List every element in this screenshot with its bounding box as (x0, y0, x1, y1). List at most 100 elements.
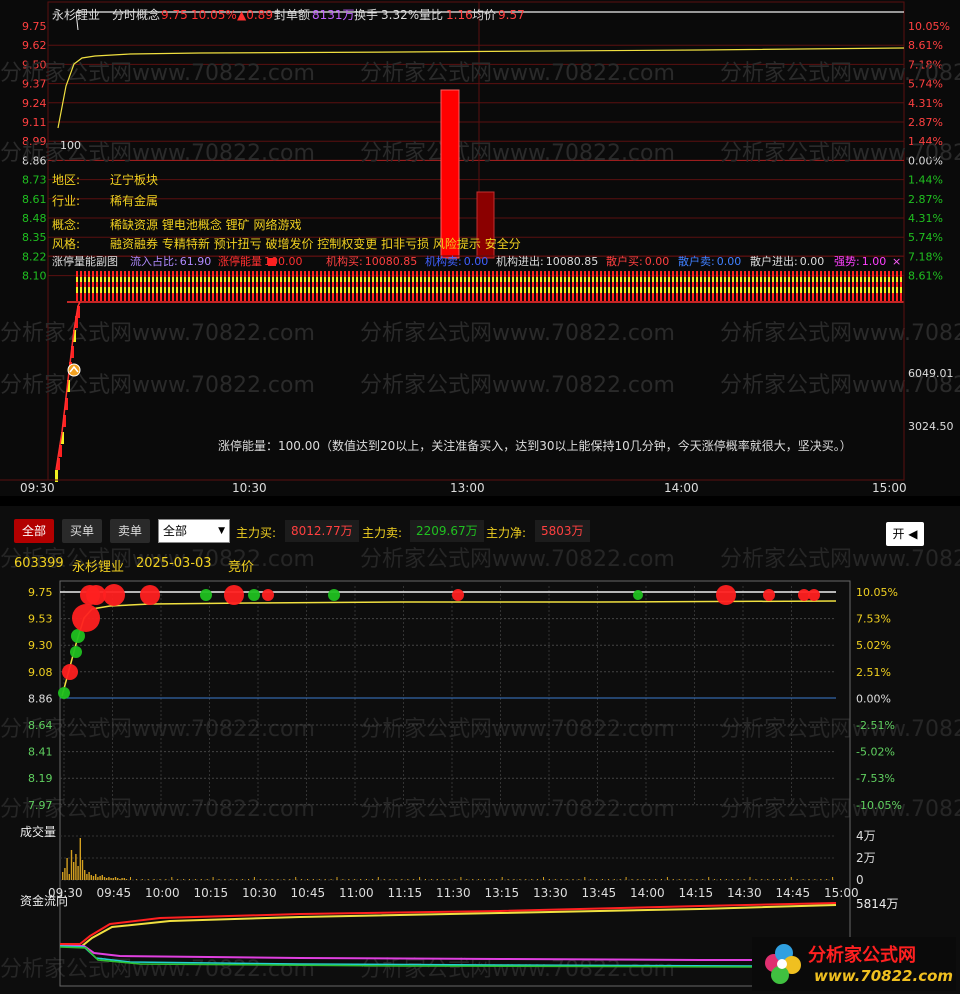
volume-bar (796, 879, 798, 880)
band-stripe (884, 277, 886, 282)
volume-bar (832, 877, 834, 880)
volume-bar (360, 879, 362, 880)
pct-tick: -10.05% (856, 799, 902, 812)
band-stripe (736, 271, 738, 301)
band-stripe (88, 271, 90, 301)
band-stripe (616, 277, 618, 282)
tab-buy[interactable]: 买单 (62, 519, 103, 543)
band-stripe (160, 271, 162, 301)
band-stripe (192, 287, 194, 293)
sub-indicator: 散户买: 0.00 (606, 254, 669, 268)
band-stripe (104, 287, 106, 293)
band-stripe (868, 277, 870, 282)
band-stripe (144, 271, 146, 301)
svg-text:13:00: 13:00 (450, 481, 485, 495)
pct-tick: 2.51% (856, 666, 891, 679)
band-stripe (416, 287, 418, 293)
band-stripe (896, 277, 898, 282)
volume-bar (548, 879, 550, 880)
band-stripe (688, 277, 690, 282)
volume-bar (708, 877, 710, 880)
band-stripe (320, 287, 322, 293)
band-stripe (644, 277, 646, 282)
band-stripe (672, 277, 674, 282)
band-stripe (288, 271, 290, 301)
band-stripe (688, 271, 690, 301)
band-stripe (352, 277, 354, 282)
band-stripe (460, 271, 462, 301)
band-stripe (300, 277, 302, 282)
volume-bar (495, 879, 497, 880)
band-stripe (368, 277, 370, 282)
band-stripe (340, 287, 342, 293)
volume-bar (448, 879, 450, 880)
band-stripe (264, 287, 266, 293)
band-stripe (684, 271, 686, 301)
volume-bar (430, 879, 432, 880)
band-stripe (76, 277, 78, 282)
band-stripe (404, 277, 406, 282)
band-stripe (480, 277, 482, 282)
band-stripe (188, 277, 190, 282)
volume-bar (125, 879, 128, 880)
band-stripe (404, 271, 406, 301)
band-stripe (412, 277, 414, 282)
band-stripe (300, 271, 302, 301)
band-stripe (864, 271, 866, 301)
band-stripe (244, 287, 246, 293)
band-stripe (444, 271, 446, 301)
band-stripe (848, 271, 850, 301)
band-stripe (120, 277, 122, 282)
band-stripe (132, 277, 134, 282)
band-stripe (336, 287, 338, 293)
band-stripe (324, 277, 326, 282)
time-tick: 13:15 (485, 886, 520, 900)
volume-bar (625, 877, 627, 880)
vol-ratio-value: 1.16 (446, 8, 473, 22)
band-stripe (392, 287, 394, 293)
svg-text:辽宁板块: 辽宁板块 (110, 172, 158, 187)
band-stripe (228, 287, 230, 293)
tab-all[interactable]: 全部 (14, 519, 55, 543)
sound-toggle-button[interactable]: 开 ◀ (886, 522, 924, 546)
band-stripe (704, 287, 706, 293)
volume-bar (99, 876, 101, 880)
svg-text:分析家公式网www.70822.com: 分析家公式网www.70822.com (360, 957, 675, 982)
volume-bar (802, 879, 804, 880)
band-stripe (260, 271, 262, 301)
volume-bar (230, 879, 232, 880)
order-filter-select[interactable]: 全部 ▼ (158, 519, 230, 543)
band-stripe (824, 287, 826, 293)
band-stripe (796, 287, 798, 293)
band-stripe (592, 287, 594, 293)
band-stripe (828, 287, 830, 293)
energy-note: 涨停能量：100.00（数值达到20以上，关注准备买入，达到30以上能保持10几… (218, 438, 852, 453)
band-stripe (760, 271, 762, 301)
band-stripe (564, 287, 566, 293)
band-stripe (164, 287, 166, 293)
tab-sell[interactable]: 卖单 (110, 519, 151, 543)
turnover-label: 换手 (354, 8, 378, 22)
volume-bar (301, 879, 303, 880)
trade-dot (716, 585, 736, 605)
volume-bar (440, 89, 460, 259)
band-stripe (672, 271, 674, 301)
band-stripe (812, 271, 814, 301)
close-sub-icon[interactable]: × (892, 255, 901, 268)
band-stripe (516, 287, 518, 293)
avg-value: 9.57 (498, 8, 525, 22)
band-stripe (656, 271, 658, 301)
svg-text:0: 0 (856, 873, 864, 887)
band-stripe (444, 277, 446, 282)
band-stripe (412, 287, 414, 293)
volume-bar (135, 879, 137, 880)
band-stripe (120, 287, 122, 293)
volume-bar (425, 879, 426, 880)
band-stripe (704, 271, 706, 301)
band-stripe (760, 277, 762, 282)
band-stripe (312, 271, 314, 301)
volume-bar (590, 879, 592, 880)
band-stripe (528, 271, 530, 301)
band-stripe (720, 277, 722, 282)
band-stripe (496, 287, 498, 293)
